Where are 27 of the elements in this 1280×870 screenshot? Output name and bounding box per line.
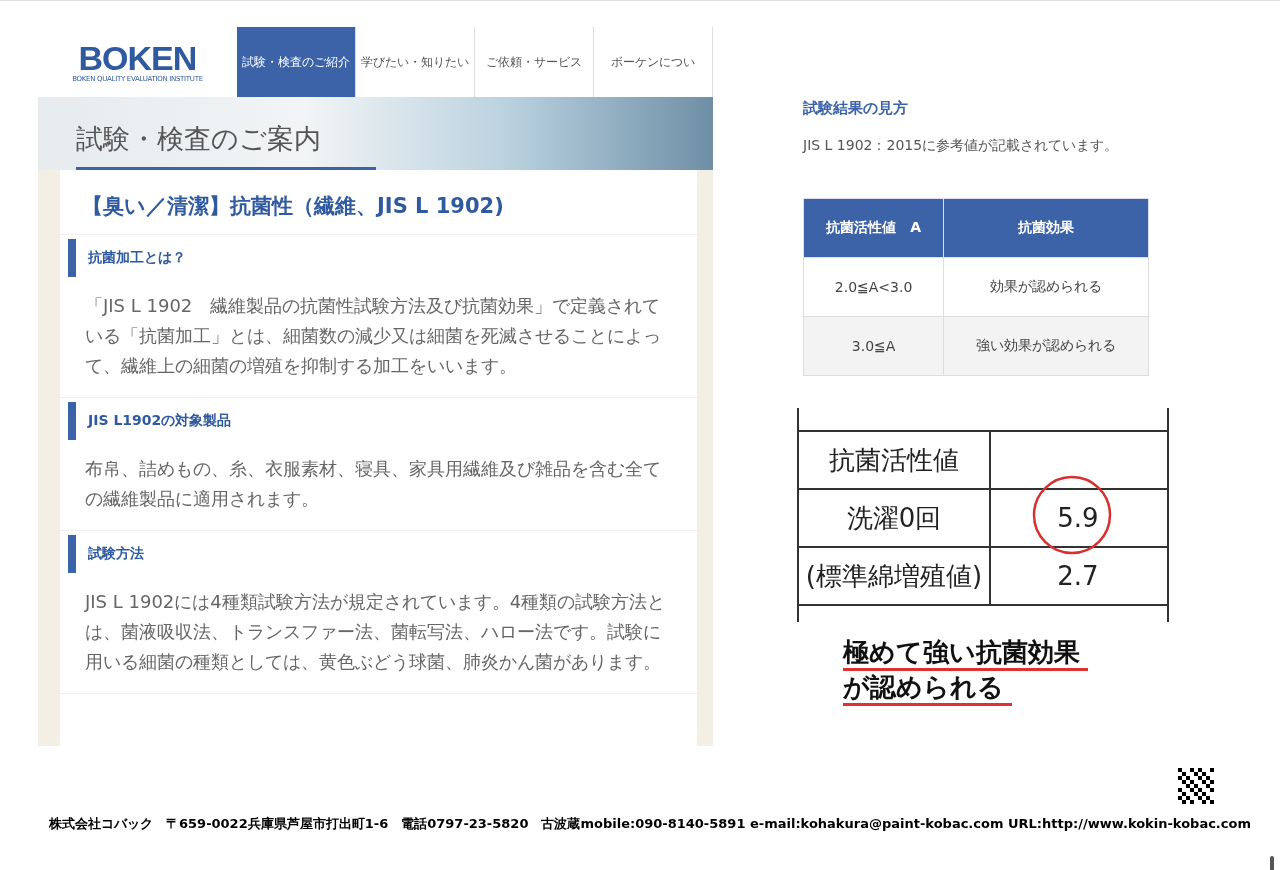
table-cell: 5.9 [989,490,1165,546]
logo: BOKEN [78,41,197,75]
table-cell: 3.0≦A [803,316,944,376]
conclusion-text: 極めて強い抗菌効果 [843,636,1088,671]
results-heading: 試験結果の見方 [803,99,909,118]
section-text: 「JIS L 1902 繊維製品の抗菌性試験方法及び抗菌効果」で定義されている「抗菌加工」とは、細菌数の減少又は細菌を死滅させることによって、繊維上の細菌の増殖を抑制する加工をいいます。 [84,294,662,378]
scrollbar-thumb[interactable] [1270,856,1274,870]
article-title: 【臭い／清潔】抗菌性（繊維、JIS L 1902) [60,170,697,235]
table-cell: 2.0≦A<3.0 [803,257,944,317]
section-heading: 抗菌加工とは？ [68,239,697,277]
section-heading: JIS L1902の対象製品 [68,402,697,440]
table-cell-text: (標準綿増殖値) [804,559,984,593]
conclusion-text: が認められる [843,671,1012,706]
section-text: 布帛、詰めもの、糸、衣服素材、寝具、家具用繊維及び雑品を含む全ての繊維製品に適用されます。 [84,457,662,511]
table-cell: 2.7 [989,548,1165,604]
table-cell-text: 洗濯0回 [845,501,943,535]
table-header: 抗菌効果 [943,198,1149,258]
table-cell: 強い効果が認められる [943,316,1149,376]
section-text: JIS L 1902には4種類試験方法が規定されています。4種類の試験方法とは、菌液吸収法、トランスファー法、菌転写法、ハロー法です。試験に用いる細菌の種類としては、黄色ぶどう球菌、肺炎かん菌があります。 [83,590,667,674]
section-heading: 試験方法 [68,535,697,573]
nav-tab[interactable]: 試験・検査のご紹介 [236,27,356,97]
qr-code-icon [1178,768,1214,804]
footer-text: 株式会社コバック 〒659-0022兵庫県芦屋市打出町1-6 電話0797-23-5820 古波蔵mobile:090-8140-5891 e-mail:kohakura@paint-kobac.com URL:http://www.kokin-kobac.com [48,815,1252,833]
table-cell-text: 抗菌活性値 [828,443,960,477]
table-cell: 効果が認められる [943,257,1149,317]
table-header: 抗菌活性値 A [803,198,944,258]
results-note: JIS L 1902：2015に参考値が記載されています。 [803,136,1120,155]
